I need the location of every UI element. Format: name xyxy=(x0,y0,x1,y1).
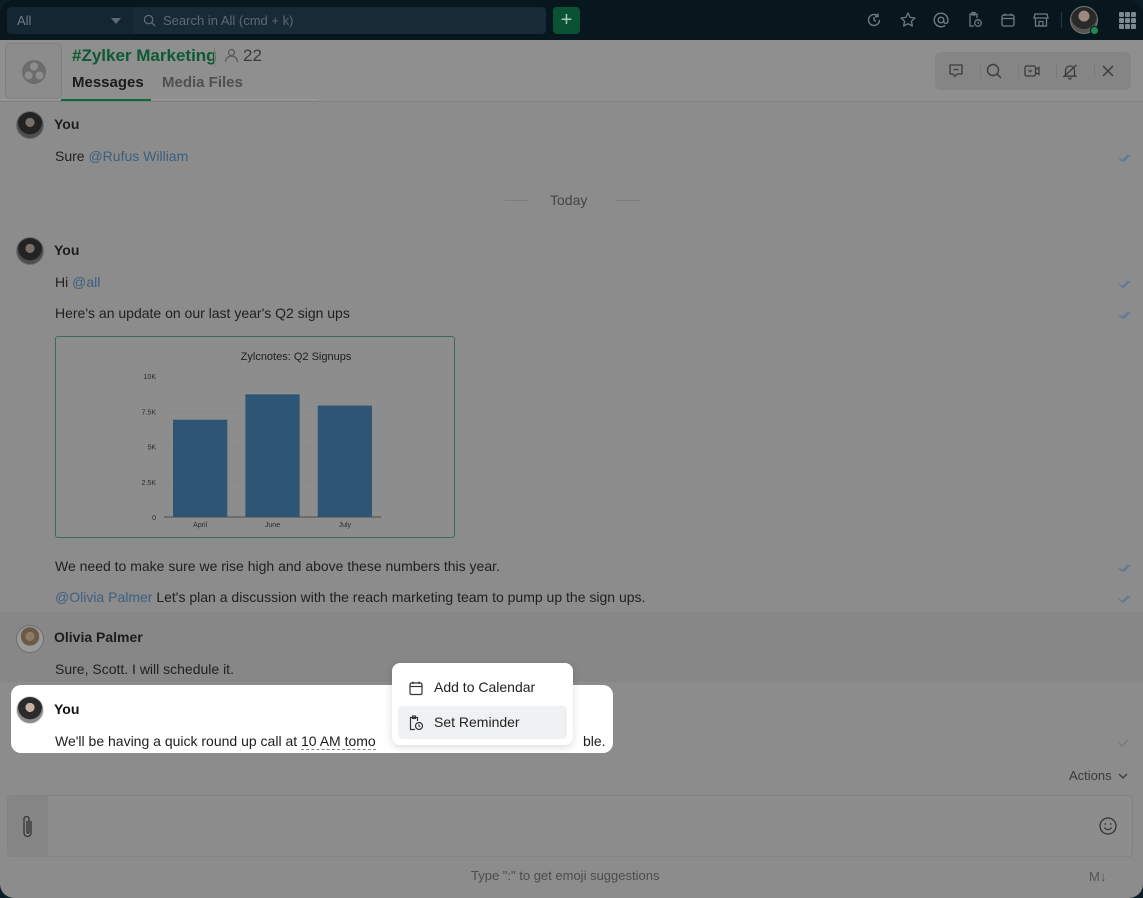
user-icon xyxy=(224,48,239,63)
bar-july xyxy=(317,405,372,517)
top-bar: All Search in All (cmd + k) + xyxy=(0,0,1143,40)
read-receipt-icon xyxy=(1118,154,1131,162)
tab-media-files[interactable]: Media Files xyxy=(162,74,243,91)
avatar[interactable] xyxy=(16,237,44,265)
app-launcher-icon[interactable] xyxy=(1119,12,1136,29)
close-icon[interactable] xyxy=(1099,62,1117,80)
y-tick-label: 10K xyxy=(144,374,157,381)
divider xyxy=(0,99,318,100)
actions-dropdown[interactable]: Actions xyxy=(1069,768,1128,783)
read-receipt-icon xyxy=(1118,564,1131,572)
store-icon[interactable] xyxy=(1032,11,1050,29)
avatar[interactable] xyxy=(16,696,44,724)
reminder-icon xyxy=(409,715,424,731)
message-text-content: Let's plan a discussion with the reach m… xyxy=(152,589,646,605)
channel-header: #Zylker Marketing 22 Messages Media File… xyxy=(0,40,1143,102)
message-text: Here's an update on our last year's Q2 s… xyxy=(55,305,350,321)
datetime-context-menu: Add to Calendar Set Reminder xyxy=(392,663,573,745)
search-icon[interactable] xyxy=(985,62,1003,80)
header-actions xyxy=(935,52,1131,90)
channel-icon xyxy=(22,60,46,84)
y-tick-label: 2.5K xyxy=(142,480,157,487)
y-tick-label: 5K xyxy=(147,445,156,452)
attach-button[interactable] xyxy=(8,796,48,856)
x-tick-label: June xyxy=(265,522,280,529)
channel-logo[interactable] xyxy=(5,43,62,99)
message-text-content: We'll be having a quick round up call at xyxy=(55,733,302,749)
message-sender[interactable]: You xyxy=(54,701,79,717)
y-tick-label: 7.5K xyxy=(142,409,157,416)
caret-down-icon xyxy=(111,18,121,24)
menu-item-add-to-calendar[interactable]: Add to Calendar xyxy=(398,671,567,704)
divider xyxy=(1061,12,1062,28)
message-sender[interactable]: You xyxy=(54,116,79,132)
actions-label: Actions xyxy=(1069,768,1112,783)
mention-link[interactable]: @Olivia Palmer xyxy=(55,589,152,605)
chat-panel: #Zylker Marketing 22 Messages Media File… xyxy=(0,40,1143,898)
message-text: Sure @Rufus William xyxy=(55,148,188,164)
mention-link[interactable]: @all xyxy=(72,274,100,290)
message-text: We'll be having a quick round up call at… xyxy=(55,733,376,750)
video-call-icon[interactable] xyxy=(1023,62,1041,80)
reminder-icon[interactable] xyxy=(966,11,984,29)
x-tick-label: July xyxy=(339,522,352,529)
member-count[interactable]: 22 xyxy=(224,46,262,66)
read-receipt-icon xyxy=(1118,311,1131,319)
paperclip-icon xyxy=(23,815,32,838)
avatar[interactable] xyxy=(16,111,44,139)
message-text: Sure, Scott. I will schedule it. xyxy=(55,661,234,677)
search-icon xyxy=(143,14,156,27)
emoji-icon[interactable] xyxy=(1098,816,1118,836)
calendar-icon[interactable] xyxy=(999,11,1017,29)
mention-icon[interactable] xyxy=(932,11,950,29)
bar-june xyxy=(245,394,300,517)
divider xyxy=(214,48,215,66)
search-input[interactable]: Search in All (cmd + k) xyxy=(133,7,546,34)
message-composer[interactable] xyxy=(7,795,1133,857)
menu-item-label: Add to Calendar xyxy=(434,679,536,695)
bar-april xyxy=(173,419,228,517)
date-separator: Today xyxy=(505,192,640,208)
menu-item-label: Set Reminder xyxy=(434,714,520,730)
sent-tick-icon xyxy=(1118,739,1129,747)
calendar-icon xyxy=(409,681,423,696)
member-count-value: 22 xyxy=(243,46,262,65)
message-text-content: Sure xyxy=(55,148,89,164)
avatar[interactable] xyxy=(16,625,44,653)
active-tab-indicator xyxy=(61,99,151,101)
message-sender[interactable]: You xyxy=(54,242,79,258)
chart-attachment[interactable]: Zylcnotes: Q2 Signups 0 2.5K 5K 7.5K 10K Apri… xyxy=(55,336,455,538)
search-scope-label: All xyxy=(17,13,32,28)
history-icon[interactable] xyxy=(865,11,883,29)
message-text: @Olivia Palmer Let's plan a discussion w… xyxy=(55,589,645,605)
date-separator-label: Today xyxy=(550,192,588,208)
tab-messages[interactable]: Messages xyxy=(72,74,144,91)
bar-chart: Zylcnotes: Q2 Signups 0 2.5K 5K 7.5K 10K Apri… xyxy=(142,351,381,529)
chevron-down-icon xyxy=(1118,773,1128,779)
markdown-toggle[interactable]: M↓ xyxy=(1089,869,1106,884)
y-tick-label: 0 xyxy=(152,515,156,522)
message-text: We need to make sure we rise high and ab… xyxy=(55,558,500,574)
search-placeholder: Search in All (cmd + k) xyxy=(163,13,294,28)
add-button[interactable]: + xyxy=(553,7,580,34)
channel-title[interactable]: #Zylker Marketing xyxy=(72,46,217,66)
message-text: Hi @all xyxy=(55,274,100,290)
message-sender[interactable]: Olivia Palmer xyxy=(54,629,143,645)
datetime-link[interactable]: 10 AM tomo xyxy=(301,733,376,750)
x-tick-label: April xyxy=(193,522,207,529)
menu-item-set-reminder[interactable]: Set Reminder xyxy=(398,706,567,739)
message-text-content: Hi xyxy=(55,274,73,290)
thread-icon[interactable] xyxy=(947,62,965,80)
composer-hint: Type ":" to get emoji suggestions xyxy=(471,868,660,883)
star-icon[interactable] xyxy=(899,11,917,29)
mute-notifications-icon[interactable] xyxy=(1061,62,1079,80)
message-text-tail: ble. xyxy=(583,733,606,749)
mention-link[interactable]: @Rufus William xyxy=(88,148,188,164)
presence-indicator xyxy=(1090,26,1099,35)
search-scope-dropdown[interactable]: All xyxy=(7,7,133,34)
read-receipt-icon xyxy=(1118,280,1131,288)
read-receipt-icon xyxy=(1118,595,1131,603)
chart-title: Zylcnotes: Q2 Signups xyxy=(241,351,352,363)
